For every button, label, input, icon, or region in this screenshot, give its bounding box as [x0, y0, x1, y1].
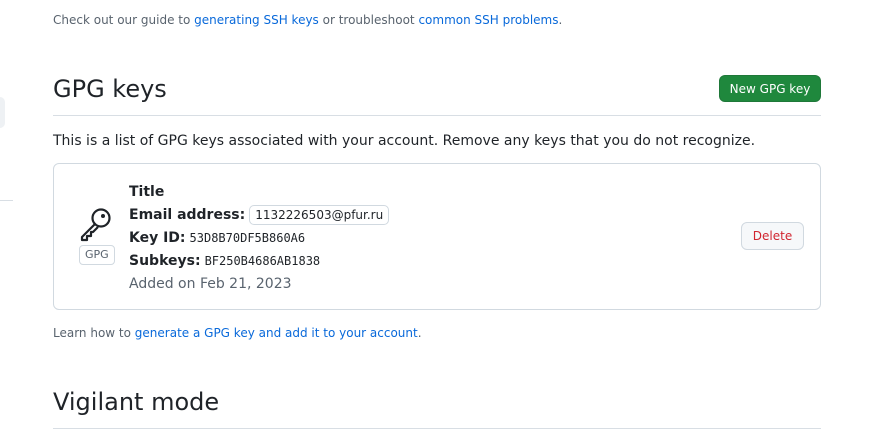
gpg-intro-text: This is a list of GPG keys associated wi…: [53, 133, 756, 149]
generate-gpg-key-link[interactable]: generate a GPG key and add it to your ac…: [135, 326, 418, 340]
sidebar-divider: [0, 200, 13, 201]
gpg-key-item: GPG Title Email address: 1132226503@pfur…: [53, 163, 821, 310]
sidebar-item-edge: [0, 97, 5, 128]
gpg-key-details: Title Email address: 1132226503@pfur.ru …: [129, 181, 390, 295]
ssh-help-middle: or troubleshoot: [318, 13, 419, 27]
learn-prefix: Learn how to: [53, 326, 135, 340]
key-id-label: Key ID:: [129, 229, 186, 246]
gpg-key-type-badge: GPG: [79, 245, 115, 265]
email-address-badge: 1132226503@pfur.ru: [249, 204, 390, 225]
common-ssh-problems-link[interactable]: common SSH problems: [418, 13, 558, 27]
delete-gpg-key-button[interactable]: Delete: [741, 222, 804, 250]
vigilant-section-divider: [53, 428, 821, 429]
gpg-keys-heading: GPG keys: [53, 75, 167, 103]
ssh-help-suffix: .: [558, 13, 563, 27]
generating-ssh-keys-link[interactable]: generating SSH keys: [194, 13, 319, 27]
key-added-date: Added on Feb 21, 2023: [129, 275, 292, 292]
gpg-learn-text: Learn how to generate a GPG key and add …: [53, 326, 422, 340]
learn-suffix: .: [417, 326, 422, 340]
gpg-section-divider: [53, 115, 821, 116]
key-icon: [80, 208, 111, 242]
vigilant-mode-heading: Vigilant mode: [53, 388, 220, 416]
email-address-label: Email address:: [129, 206, 246, 223]
subkeys-value: BF250B4686AB1838: [204, 253, 321, 268]
gpg-key-title: Title: [129, 184, 165, 200]
key-id-value: 53D8B70DF5B860A6: [189, 230, 306, 245]
ssh-help-text: Check out our guide to generating SSH ke…: [53, 13, 562, 27]
new-gpg-key-button[interactable]: New GPG key: [719, 75, 821, 102]
subkeys-label: Subkeys:: [129, 252, 201, 269]
ssh-help-prefix: Check out our guide to: [53, 13, 195, 27]
